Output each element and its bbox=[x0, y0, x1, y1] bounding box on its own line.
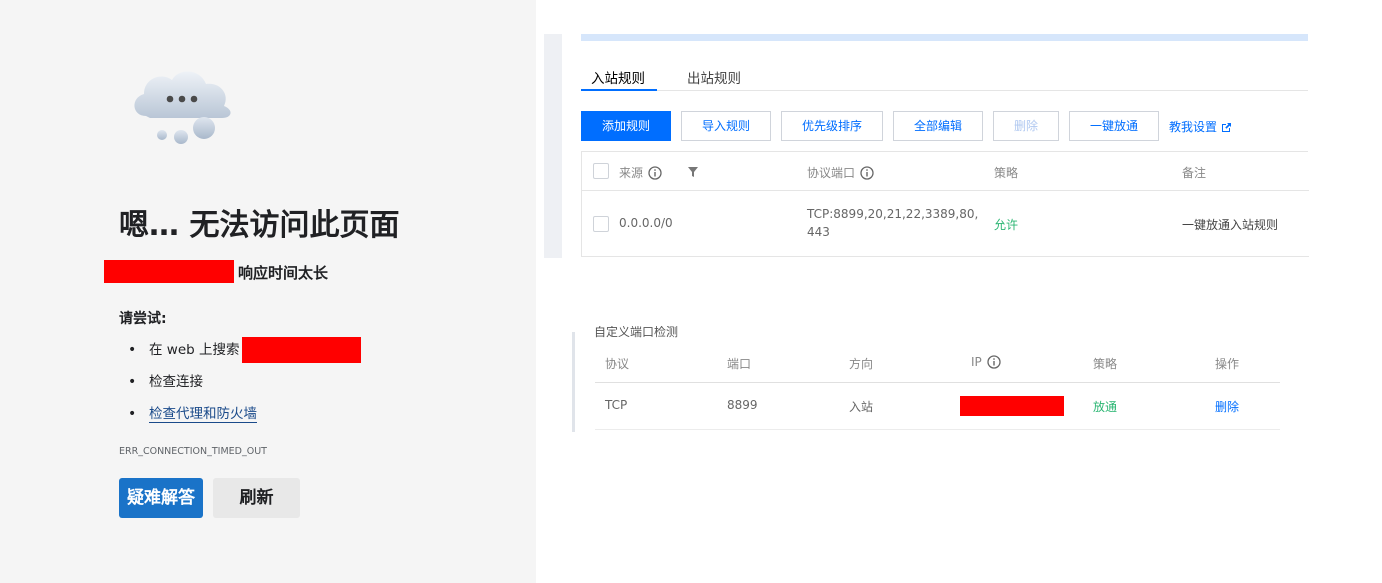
port-check-title-text: 自定义端口检测 bbox=[594, 326, 679, 339]
tab-outbound-rules[interactable]: 出站规则 bbox=[687, 67, 741, 87]
add-rule-button[interactable]: 添加规则 bbox=[581, 111, 671, 141]
column-action: 操作 bbox=[1215, 357, 1240, 371]
row-delete-link[interactable]: 删除 bbox=[1215, 398, 1239, 415]
column-protocol-port: 协议端口 bbox=[807, 164, 874, 181]
column-protocol: 协议 bbox=[605, 357, 630, 371]
column-source: 来源 bbox=[619, 164, 662, 181]
import-rule-button[interactable]: 导入规则 bbox=[681, 111, 771, 141]
info-icon[interactable] bbox=[860, 166, 874, 180]
external-link-icon bbox=[1222, 123, 1232, 132]
column-direction: 方向 bbox=[849, 357, 874, 371]
row-port-line2: 443 bbox=[807, 225, 830, 239]
row-remark: 一键放通入站规则 bbox=[1182, 218, 1279, 232]
column-ip-label: IP bbox=[971, 355, 982, 369]
teach-setup-label: 教我设置 bbox=[1169, 120, 1218, 134]
row-policy: 放通 bbox=[1093, 400, 1118, 414]
refresh-button[interactable]: 刷新 bbox=[213, 478, 300, 518]
redacted-search-term bbox=[242, 337, 361, 363]
error-description: 响应时间太长 bbox=[238, 264, 329, 282]
troubleshoot-button[interactable]: 疑难解答 bbox=[119, 478, 203, 518]
header-divider bbox=[595, 382, 1280, 383]
suggestion-search: 在 web 上搜索 bbox=[149, 342, 240, 358]
row-port-line1: TCP:8899,20,21,22,3389,80, bbox=[807, 207, 979, 221]
row-direction: 入站 bbox=[849, 400, 874, 414]
page-title: 嗯… 无法访问此页面 bbox=[119, 208, 400, 243]
select-all-checkbox[interactable] bbox=[593, 163, 609, 179]
allow-all-button[interactable]: 一键放通 bbox=[1069, 111, 1159, 141]
teach-setup-link[interactable]: 教我设置 bbox=[1169, 118, 1232, 135]
suggestion-item: • 检查代理和防火墙 bbox=[128, 398, 257, 430]
column-policy: 策略 bbox=[1093, 357, 1118, 371]
panel-top-bar bbox=[581, 34, 1308, 41]
suggestion-item: • 在 web 上搜索 bbox=[128, 334, 257, 366]
row-divider bbox=[595, 429, 1280, 430]
bullet: • bbox=[128, 374, 137, 390]
info-icon[interactable] bbox=[648, 166, 662, 180]
row-port: 8899 bbox=[727, 398, 758, 412]
row-checkbox[interactable] bbox=[593, 216, 609, 232]
rule-tabs: 入站规则 出站规则 bbox=[581, 60, 1308, 91]
try-heading: 请尝试: bbox=[119, 311, 167, 327]
error-code: ERR_CONNECTION_TIMED_OUT bbox=[119, 446, 267, 457]
row-policy: 允许 bbox=[994, 218, 1019, 232]
check-proxy-firewall-link[interactable]: 检查代理和防火墙 bbox=[149, 406, 257, 423]
active-tab-indicator bbox=[581, 89, 657, 91]
redacted-hostname bbox=[104, 260, 234, 283]
bullet: • bbox=[128, 342, 137, 358]
bullet: • bbox=[128, 406, 137, 422]
column-policy: 策略 bbox=[994, 166, 1019, 180]
column-ip: IP bbox=[971, 355, 1001, 369]
column-source-label: 来源 bbox=[619, 166, 644, 180]
column-port: 端口 bbox=[727, 357, 752, 371]
column-remark: 备注 bbox=[1182, 166, 1207, 180]
delete-button[interactable]: 删除 bbox=[993, 111, 1059, 141]
panel-edge bbox=[572, 332, 575, 432]
suggestion-item: • 检查连接 bbox=[128, 366, 257, 398]
row-source: 0.0.0.0/0 bbox=[619, 216, 673, 230]
tab-inbound-rules[interactable]: 入站规则 bbox=[591, 67, 645, 87]
table-header: 来源 协议端口 策略 备注 bbox=[582, 152, 1309, 191]
panel-edge bbox=[544, 34, 562, 258]
inbound-rules-table: 来源 协议端口 策略 备注 0.0.0.0/0 TCP:8899,20,21,2… bbox=[581, 151, 1309, 257]
filter-icon[interactable] bbox=[688, 167, 698, 177]
priority-sort-button[interactable]: 优先级排序 bbox=[781, 111, 883, 141]
column-port-label: 协议端口 bbox=[807, 166, 856, 180]
table-row: 0.0.0.0/0 TCP:8899,20,21,22,3389,80, 443… bbox=[582, 192, 1309, 257]
port-check-title: 自定义端口检测 bbox=[594, 326, 678, 340]
row-protocol: TCP bbox=[605, 398, 628, 412]
error-page: 嗯… 无法访问此页面 响应时间太长 请尝试: • 在 web 上搜索 • 检查连接 … bbox=[0, 0, 536, 583]
edit-all-button[interactable]: 全部编辑 bbox=[893, 111, 983, 141]
cloud-ellipsis-icon bbox=[134, 71, 231, 144]
suggestion-check-connection: 检查连接 bbox=[149, 374, 203, 390]
redacted-ip bbox=[960, 396, 1064, 416]
suggestion-list: • 在 web 上搜索 • 检查连接 • 检查代理和防火墙 bbox=[128, 334, 257, 430]
info-icon[interactable] bbox=[987, 355, 1001, 369]
